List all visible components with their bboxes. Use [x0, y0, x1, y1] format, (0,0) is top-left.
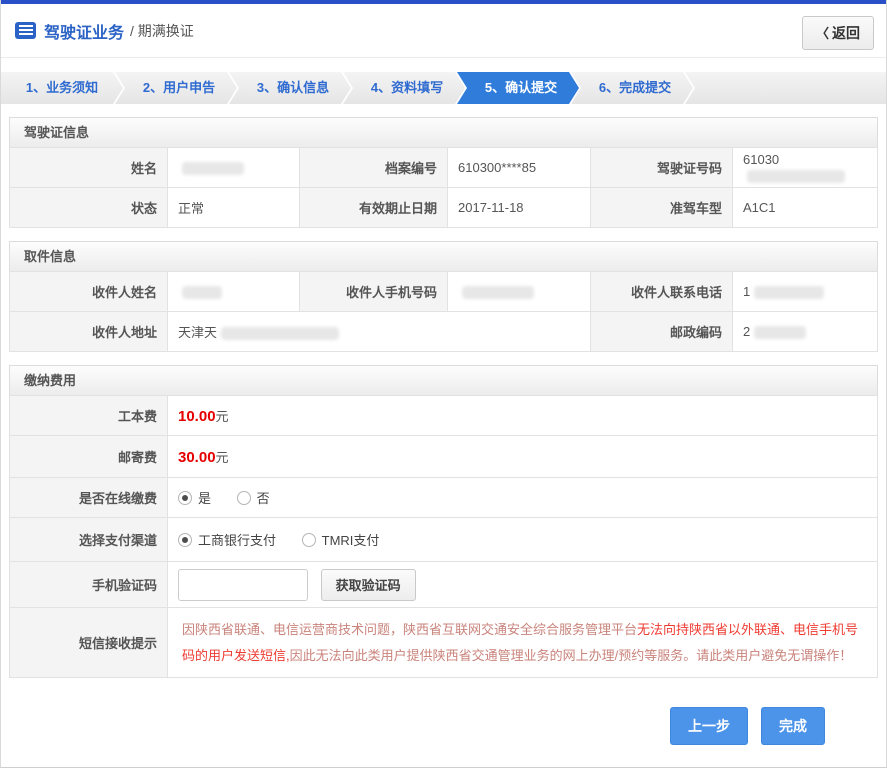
vehicle-class-label: 准驾车型: [590, 187, 733, 228]
step-wizard: 1、业务须知 2、用户申告 3、确认信息 4、资料填写 5、确认提交 6、完成提…: [1, 72, 886, 104]
notice-part-1: 因陕西省联通、电信运营商技术问题，陕西省互联网交通安全综合服务管理平台: [182, 622, 638, 638]
table-row: 选择支付渠道 工商银行支付 TMRI支付: [9, 517, 878, 562]
pay-channel-options: 工商银行支付 TMRI支付: [167, 517, 878, 562]
postage-fee-amount: 30.00: [178, 449, 216, 466]
status-label: 状态: [9, 187, 168, 228]
step-1-business-notes[interactable]: 1、业务须知: [1, 72, 123, 104]
fees-table: 工本费 10.00元 邮寄费 30.00元 是否在线缴费 是 否 选择支付渠道 …: [9, 395, 878, 678]
recipient-address-value: 天津天: [167, 311, 591, 352]
previous-step-button[interactable]: 上一步: [670, 707, 748, 745]
cost-fee-unit: 元: [215, 409, 229, 424]
postal-code-visible: 2: [743, 323, 751, 339]
censored-value: [182, 162, 244, 176]
page: 驾驶证业务 / 期满换证 〈返回 1、业务须知 2、用户申告 3、确认信息 4、…: [0, 0, 887, 768]
recipient-phone-label: 收件人联系电话: [590, 271, 733, 312]
sms-notice-label: 短信接收提示: [9, 607, 168, 678]
pickup-info-section: 取件信息 收件人姓名 收件人手机号码 收件人联系电话 1 收件人地址 天津天 邮…: [9, 241, 878, 352]
table-row: 手机验证码 获取验证码: [9, 561, 878, 608]
file-no-value: 610300****85: [447, 147, 591, 188]
back-button[interactable]: 〈返回: [801, 16, 874, 50]
sms-notice-text: 因陕西省联通、电信运营商技术问题，陕西省互联网交通安全综合服务管理平台无法向持陕…: [167, 607, 878, 678]
table-row: 收件人地址 天津天 邮政编码 2: [9, 311, 878, 352]
step-bar-filler: [685, 72, 886, 104]
pickup-section-title: 取件信息: [9, 241, 878, 271]
table-row: 短信接收提示 因陕西省联通、电信运营商技术问题，陕西省互联网交通安全综合服务管理…: [9, 607, 878, 678]
step-3-confirm-info[interactable]: 3、确认信息: [229, 72, 351, 104]
radio-online-yes-label[interactable]: 是: [198, 491, 211, 506]
censored-value: [747, 169, 845, 183]
fees-section: 缴纳费用 工本费 10.00元 邮寄费 30.00元 是否在线缴费 是 否 选择…: [9, 365, 878, 678]
done-button[interactable]: 完成: [761, 707, 825, 745]
expiry-label: 有效期止日期: [299, 187, 448, 228]
recipient-name-value: [167, 271, 300, 312]
postal-code-value: 2: [732, 311, 878, 352]
name-value: [167, 147, 300, 188]
cost-fee-amount: 10.00: [178, 408, 216, 425]
recipient-address-label: 收件人地址: [9, 311, 168, 352]
chevron-left-icon: 〈: [815, 26, 829, 41]
step-5-confirm-submit[interactable]: 5、确认提交: [457, 72, 579, 104]
online-pay-label: 是否在线缴费: [9, 477, 168, 518]
censored-value: [182, 286, 222, 300]
name-label: 姓名: [9, 147, 168, 188]
postage-fee-unit: 元: [215, 450, 229, 465]
radio-online-yes[interactable]: [178, 491, 192, 505]
notice-part-3: 因此无法向此类用户提供陕西省交通管理业务的网上办理/预约等服务。请此类用户避免无…: [289, 647, 853, 663]
recipient-phone-value: 1: [732, 271, 878, 312]
list-icon: [15, 22, 36, 39]
step-4-fill-data[interactable]: 4、资料填写: [343, 72, 465, 104]
radio-online-no-label[interactable]: 否: [257, 491, 270, 506]
license-no-label: 驾驶证号码: [590, 147, 733, 188]
table-row: 姓名 档案编号 610300****85 驾驶证号码 61030: [9, 147, 878, 188]
censored-value: [754, 286, 825, 300]
recipient-mobile-label: 收件人手机号码: [299, 271, 448, 312]
page-title: 驾驶证业务: [44, 24, 125, 42]
status-value: 正常: [167, 187, 300, 228]
table-row: 状态 正常 有效期止日期 2017-11-18 准驾车型 A1C1: [9, 187, 878, 228]
postage-fee-value: 30.00元: [167, 435, 878, 478]
radio-online-no[interactable]: [236, 491, 251, 505]
sms-code-input[interactable]: [178, 568, 308, 601]
license-section-title: 驾驶证信息: [9, 117, 878, 147]
radio-channel-tmri-label[interactable]: TMRI支付: [322, 533, 380, 548]
get-code-button[interactable]: 获取验证码: [320, 568, 416, 601]
censored-value: [221, 327, 340, 341]
recipient-phone-visible: 1: [743, 283, 751, 299]
expiry-value: 2017-11-18: [447, 187, 591, 228]
sms-code-field-cell: 获取验证码: [167, 561, 878, 608]
cost-fee-value: 10.00元: [167, 395, 878, 436]
online-pay-options: 是 否: [167, 477, 878, 518]
step-6-finish-submit[interactable]: 6、完成提交: [571, 72, 693, 104]
censored-value: [754, 326, 807, 340]
postage-fee-label: 邮寄费: [9, 435, 168, 478]
license-info-table: 姓名 档案编号 610300****85 驾驶证号码 61030 状态 正常 有…: [9, 147, 878, 228]
recipient-name-label: 收件人姓名: [9, 271, 168, 312]
file-no-label: 档案编号: [299, 147, 448, 188]
breadcrumb: / 期满换证: [130, 22, 194, 39]
table-row: 收件人姓名 收件人手机号码 收件人联系电话 1: [9, 271, 878, 312]
header: 驾驶证业务 / 期满换证 〈返回: [1, 4, 886, 58]
footer-actions: 上一步 完成: [1, 707, 886, 745]
radio-channel-icbc[interactable]: [178, 533, 192, 547]
radio-channel-icbc-label[interactable]: 工商银行支付: [198, 533, 276, 548]
table-row: 邮寄费 30.00元: [9, 435, 878, 478]
fees-section-title: 缴纳费用: [9, 365, 878, 395]
license-info-section: 驾驶证信息 姓名 档案编号 610300****85 驾驶证号码 61030 状…: [9, 117, 878, 228]
sms-code-label: 手机验证码: [9, 561, 168, 608]
back-button-label: 返回: [832, 25, 860, 41]
cost-fee-label: 工本费: [9, 395, 168, 436]
table-row: 是否在线缴费 是 否: [9, 477, 878, 518]
step-2-user-declaration[interactable]: 2、用户申告: [115, 72, 237, 104]
recipient-address-visible: 天津天: [178, 325, 218, 340]
table-row: 工本费 10.00元: [9, 395, 878, 436]
license-no-value: 61030: [732, 147, 878, 188]
vehicle-class-value: A1C1: [732, 187, 878, 228]
radio-channel-tmri[interactable]: [301, 533, 316, 547]
postal-code-label: 邮政编码: [590, 311, 733, 352]
censored-value: [462, 286, 534, 300]
license-no-visible: 61030: [743, 152, 780, 168]
pickup-info-table: 收件人姓名 收件人手机号码 收件人联系电话 1 收件人地址 天津天 邮政编码 2: [9, 271, 878, 352]
recipient-mobile-value: [447, 271, 591, 312]
pay-channel-label: 选择支付渠道: [9, 517, 168, 562]
